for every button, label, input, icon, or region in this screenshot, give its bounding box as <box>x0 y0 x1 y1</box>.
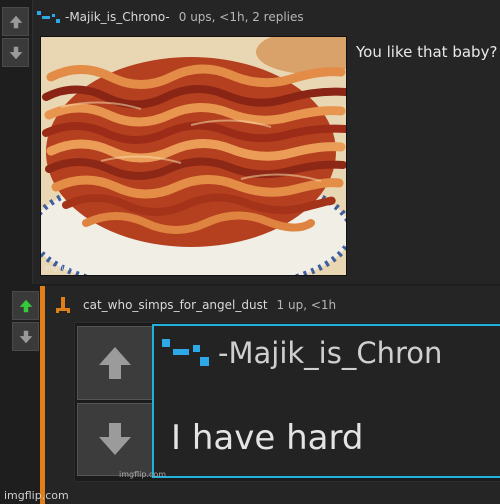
image-upvote-arrow <box>77 326 153 400</box>
user-flair-icon <box>56 297 70 313</box>
comment-2: cat_who_simps_for_angel_dust 1 up, <1h -… <box>40 286 500 504</box>
user-flair-icon <box>162 339 209 366</box>
image-quoted-username: -Majik_is_Chron <box>218 336 443 370</box>
image-downvote-arrow <box>77 402 153 476</box>
bacon-photo <box>41 37 346 275</box>
comment1-text: You like that baby? <box>356 43 498 61</box>
comment2-vote-column <box>12 291 39 351</box>
comment2-username[interactable]: cat_who_simps_for_angel_dust <box>83 298 268 312</box>
arrow-down-icon <box>19 330 32 343</box>
arrow-up-icon <box>19 299 32 312</box>
comment2-downvote-button[interactable] <box>12 322 39 351</box>
user-flair-icon <box>37 11 60 23</box>
reply-image-watermark: imgflip.com <box>119 470 167 479</box>
arrow-up-icon <box>99 346 131 379</box>
comment1-vote-column <box>2 7 29 67</box>
comment1-upvote-button[interactable] <box>2 7 29 36</box>
comment2-meta: 1 up, <1h <box>276 298 337 312</box>
image-quoted-comment: -Majik_is_Chron I have hard <box>152 324 500 478</box>
arrow-down-icon <box>99 423 131 456</box>
reply-image[interactable]: -Majik_is_Chron I have hard imgflip.com <box>74 322 500 482</box>
arrow-up-icon <box>9 15 22 28</box>
footer-watermark: imgflip.com <box>4 489 69 502</box>
comment1-username[interactable]: -Majik_is_Chrono- <box>65 10 170 24</box>
comment2-header: cat_who_simps_for_angel_dust 1 up, <1h <box>55 297 336 313</box>
image-quoted-text: I have hard <box>171 418 364 458</box>
image-quoted-header: -Majik_is_Chron <box>162 336 442 370</box>
image-vote-column <box>77 326 153 476</box>
comment1-header: -Majik_is_Chrono- 0 ups, <1h, 2 replies <box>37 10 304 24</box>
comment-1: -Majik_is_Chrono- 0 ups, <1h, 2 replies <box>32 0 500 284</box>
bacon-watermark: imgflip.com <box>44 264 86 272</box>
comment2-upvote-button[interactable] <box>12 291 39 320</box>
arrow-down-icon <box>9 46 22 59</box>
bacon-image[interactable]: imgflip.com <box>40 36 347 276</box>
comment1-meta: 0 ups, <1h, 2 replies <box>178 10 304 24</box>
comment1-downvote-button[interactable] <box>2 38 29 67</box>
